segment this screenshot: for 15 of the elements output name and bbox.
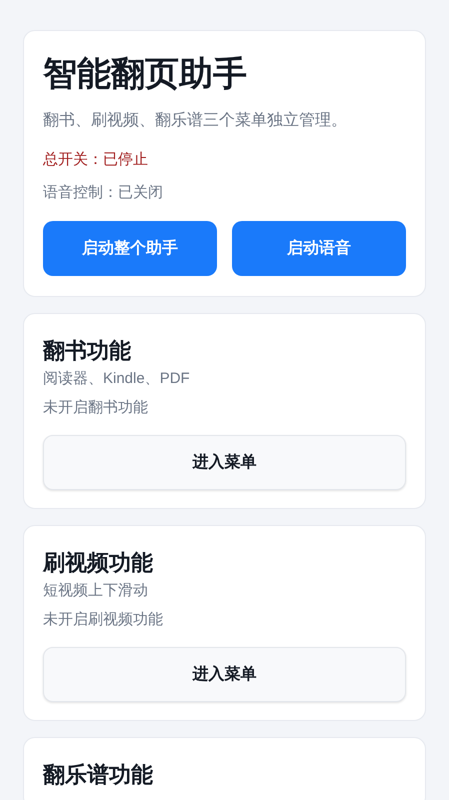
start-button[interactable]: 启动语音	[232, 221, 406, 276]
enter-menu-button[interactable]: 进入菜单	[43, 435, 406, 490]
enter-menu-button[interactable]: 进入菜单	[43, 647, 406, 702]
master-switch-status: 总开关：已停止	[43, 150, 149, 170]
feature-status: 未开启刷视频功能	[43, 610, 164, 630]
feature-status: 未开启翻书功能	[43, 398, 149, 418]
feature-title: 翻乐谱功能	[43, 761, 154, 789]
app-description: 翻书、刷视频、翻乐谱三个菜单独立管理。	[43, 110, 348, 131]
feature-title: 翻书功能	[43, 337, 132, 365]
start-button[interactable]: 启动整个助手	[43, 221, 217, 276]
feature-title: 刷视频功能	[43, 549, 154, 577]
feature-subtitle: 短视频上下滑动	[43, 581, 149, 601]
voice-control-status: 语音控制：已关闭	[43, 183, 164, 203]
app-title: 智能翻页助手	[43, 54, 248, 95]
feature-subtitle: 阅读器、Kindle、PDF	[43, 369, 191, 389]
